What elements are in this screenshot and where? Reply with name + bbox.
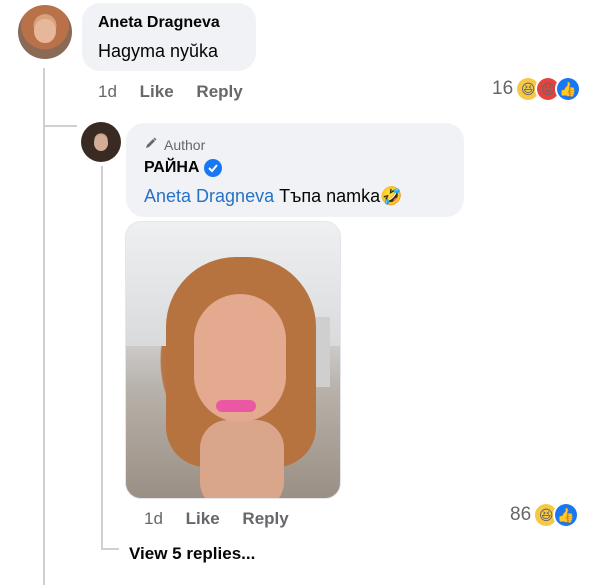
reply-text: Aneta Dragneva Тъпа namka🤣 [144, 186, 403, 207]
view-more-connector [101, 548, 119, 550]
reply-thread-line [101, 166, 103, 548]
reply-like-button[interactable]: Like [186, 509, 220, 528]
pen-icon [144, 136, 158, 153]
laughing-emoji: 🤣 [380, 186, 403, 206]
reply-author[interactable]: РАЙНА [144, 159, 222, 177]
comment-text: Hagyma nyŭka [98, 41, 219, 61]
like-button[interactable]: Like [140, 82, 174, 101]
like-icon: 👍 [557, 78, 580, 100]
reply-message: Тъпа namka [279, 186, 381, 206]
reply-button[interactable]: Reply [196, 82, 242, 101]
comment-bubble: Aneta Dragneva Hagyma nyŭka [82, 3, 256, 71]
reply-avatar[interactable] [81, 122, 121, 162]
author-badge-label: Author [164, 136, 206, 153]
thread-line [43, 68, 45, 585]
verified-icon [203, 159, 222, 177]
reply-age: 1d [144, 509, 163, 528]
reaction-count: 16 [492, 78, 514, 99]
author-badge: Author [144, 136, 205, 153]
mention-link[interactable]: Aneta Dragneva [144, 186, 274, 206]
reaction-summary[interactable]: 16 😆 😡 👍 [492, 78, 580, 100]
comment-author[interactable]: Aneta Dragneva [98, 14, 220, 32]
avatar[interactable] [18, 5, 72, 59]
haha-icon: 😆 [517, 78, 540, 100]
comment-age: 1d [98, 82, 117, 101]
view-more-replies-link[interactable]: View 5 replies... [129, 544, 255, 564]
reply-actions: 1d Like Reply [144, 509, 307, 529]
angry-icon: 😡 [537, 78, 560, 100]
haha-icon: 😆 [535, 504, 558, 526]
reply-bubble: Author РАЙНА Aneta Dragneva Тъпа namka🤣 [126, 123, 464, 217]
like-icon: 👍 [555, 504, 578, 526]
reply-reaction-summary[interactable]: 86 😆 👍 [510, 504, 578, 526]
reply-author-name: РАЙНА [144, 159, 200, 177]
reply-reaction-count: 86 [510, 504, 532, 525]
reply-reply-button[interactable]: Reply [242, 509, 288, 528]
comment-actions: 1d Like Reply [98, 82, 261, 102]
reply-photo[interactable] [125, 221, 341, 499]
thread-connector [43, 125, 77, 127]
